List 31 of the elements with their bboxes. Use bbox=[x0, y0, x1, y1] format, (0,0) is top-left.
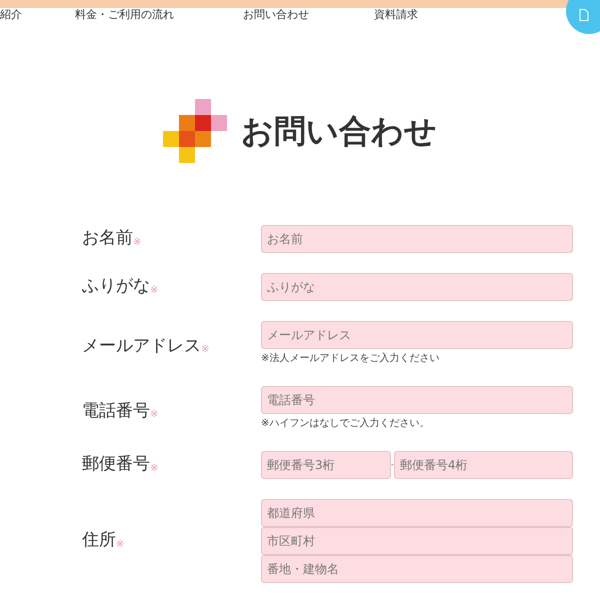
field-label: 電話番号 bbox=[82, 400, 150, 423]
field-label: 住所 bbox=[82, 529, 116, 552]
note-text: ※ハイフンはなしでご入力ください。 bbox=[261, 416, 430, 431]
document-icon bbox=[579, 9, 589, 21]
input-field[interactable]: お名前 bbox=[261, 225, 573, 253]
input-field[interactable]: 都道府県 bbox=[261, 499, 573, 527]
required-mark: ※ bbox=[150, 462, 158, 476]
input-field[interactable]: 電話番号 bbox=[261, 386, 573, 414]
nav-link[interactable]: 紹介 bbox=[0, 6, 75, 24]
logo-icon bbox=[163, 99, 227, 163]
input-field[interactable]: 郵便番号4桁 bbox=[394, 451, 573, 479]
required-mark: ※ bbox=[116, 538, 124, 552]
required-mark: ※ bbox=[201, 343, 210, 358]
field-label: 郵便番号 bbox=[82, 453, 150, 476]
nav-link[interactable]: 料金・ご利用の流れ bbox=[75, 6, 243, 24]
field-label: メールアドレス bbox=[82, 335, 201, 358]
field-label: お名前 bbox=[82, 227, 133, 250]
required-mark: ※ bbox=[150, 284, 158, 298]
input-field[interactable]: ふりがな bbox=[261, 273, 573, 301]
required-mark: ※ bbox=[133, 236, 142, 250]
note-text: ※法人メールアドレスをご入力ください bbox=[261, 352, 440, 366]
nav-link[interactable]: お問い合わせ bbox=[243, 6, 374, 24]
field-label: ふりがな bbox=[82, 275, 150, 298]
input-field[interactable]: 郵便番号3桁 bbox=[261, 451, 391, 479]
required-mark: ※ bbox=[150, 408, 158, 422]
separator-text: - bbox=[391, 461, 394, 469]
page-title: お問い合わせ bbox=[241, 111, 437, 152]
input-field[interactable]: 番地・建物名 bbox=[261, 555, 573, 583]
nav-link[interactable]: 資料請求 bbox=[374, 6, 418, 24]
input-field[interactable]: メールアドレス bbox=[261, 321, 573, 349]
input-field[interactable]: 市区町村 bbox=[261, 527, 573, 555]
